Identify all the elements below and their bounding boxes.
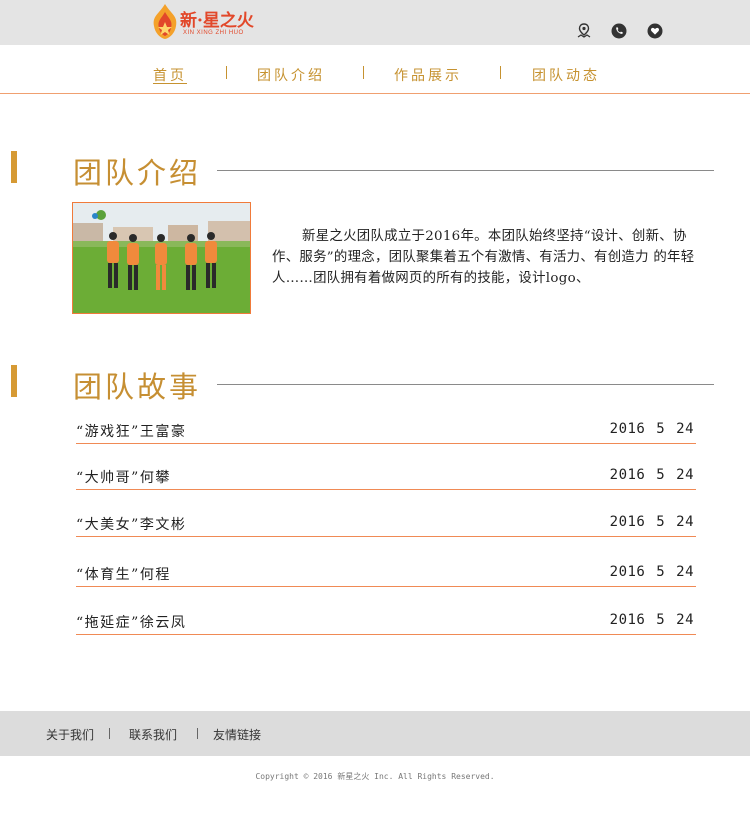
footer-link-about[interactable]: 关于我们 (46, 726, 94, 743)
footer-link-contact[interactable]: 联系我们 (129, 726, 177, 743)
story-title[interactable]: “大帅哥”何攀 (76, 467, 171, 487)
story-date: 2016 5 24 (609, 612, 694, 628)
heart-icon[interactable] (647, 23, 663, 39)
nav-item-home[interactable]: 首页 (153, 65, 187, 85)
story-title[interactable]: “游戏狂”王富豪 (76, 421, 186, 441)
story-item[interactable]: “拖延症”徐云凤 2016 5 24 (76, 610, 696, 635)
nav-item-works[interactable]: 作品展示 (394, 65, 462, 85)
story-date: 2016 5 24 (609, 514, 694, 530)
story-item[interactable]: “大帅哥”何攀 2016 5 24 (76, 465, 696, 490)
heading-divider (217, 170, 714, 171)
location-icon[interactable] (576, 23, 592, 39)
brand-subtitle: XIN XING ZHI HUO (183, 30, 244, 36)
stories-heading: 团队故事 (73, 370, 202, 404)
intro-paragraph: 新星之火团队成立于2016年。本团队始终坚持“设计、创新、协作、服务”的理念，团… (272, 226, 702, 289)
story-title[interactable]: “大美女”李文彬 (76, 514, 186, 534)
section-accent-bar (11, 365, 17, 397)
brand-name: 新·星之火 (180, 11, 254, 31)
story-date: 2016 5 24 (609, 421, 694, 437)
footer-separator (197, 728, 198, 739)
nav-item-team-news[interactable]: 团队动态 (532, 65, 600, 85)
phone-icon[interactable] (611, 23, 627, 39)
nav-separator (226, 66, 227, 79)
footer-link-friends[interactable]: 友情链接 (213, 726, 261, 743)
story-title[interactable]: “拖延症”徐云凤 (76, 612, 186, 632)
footer: 关于我们 联系我们 友情链接 (0, 711, 750, 756)
nav-item-team-intro[interactable]: 团队介绍 (257, 65, 325, 85)
heading-divider (217, 384, 714, 385)
brand-logo[interactable]: 新·星之火 XIN XING ZHI HUO (148, 2, 254, 44)
copyright-text: Copyright © 2016 新星之火 Inc. All Rights Re… (255, 772, 495, 781)
story-item[interactable]: “游戏狂”王富豪 2016 5 24 (76, 419, 696, 444)
footer-separator (109, 728, 110, 739)
intro-heading: 团队介绍 (73, 156, 202, 190)
nav-separator (500, 66, 501, 79)
flame-star-icon (153, 4, 177, 39)
section-accent-bar (11, 151, 17, 183)
story-item[interactable]: “大美女”李文彬 2016 5 24 (76, 512, 696, 537)
story-date: 2016 5 24 (609, 564, 694, 580)
story-date: 2016 5 24 (609, 467, 694, 483)
main-nav: 首页 团队介绍 作品展示 团队动态 (0, 45, 750, 94)
story-item[interactable]: “体育生”何程 2016 5 24 (76, 562, 696, 587)
story-title[interactable]: “体育生”何程 (76, 564, 171, 584)
team-photo (72, 202, 251, 314)
nav-separator (363, 66, 364, 79)
intro-text: 新星之火团队成立于2016年。本团队始终坚持“设计、创新、协作、服务”的理念，团… (272, 229, 695, 286)
top-bar: 新·星之火 XIN XING ZHI HUO (0, 0, 750, 45)
